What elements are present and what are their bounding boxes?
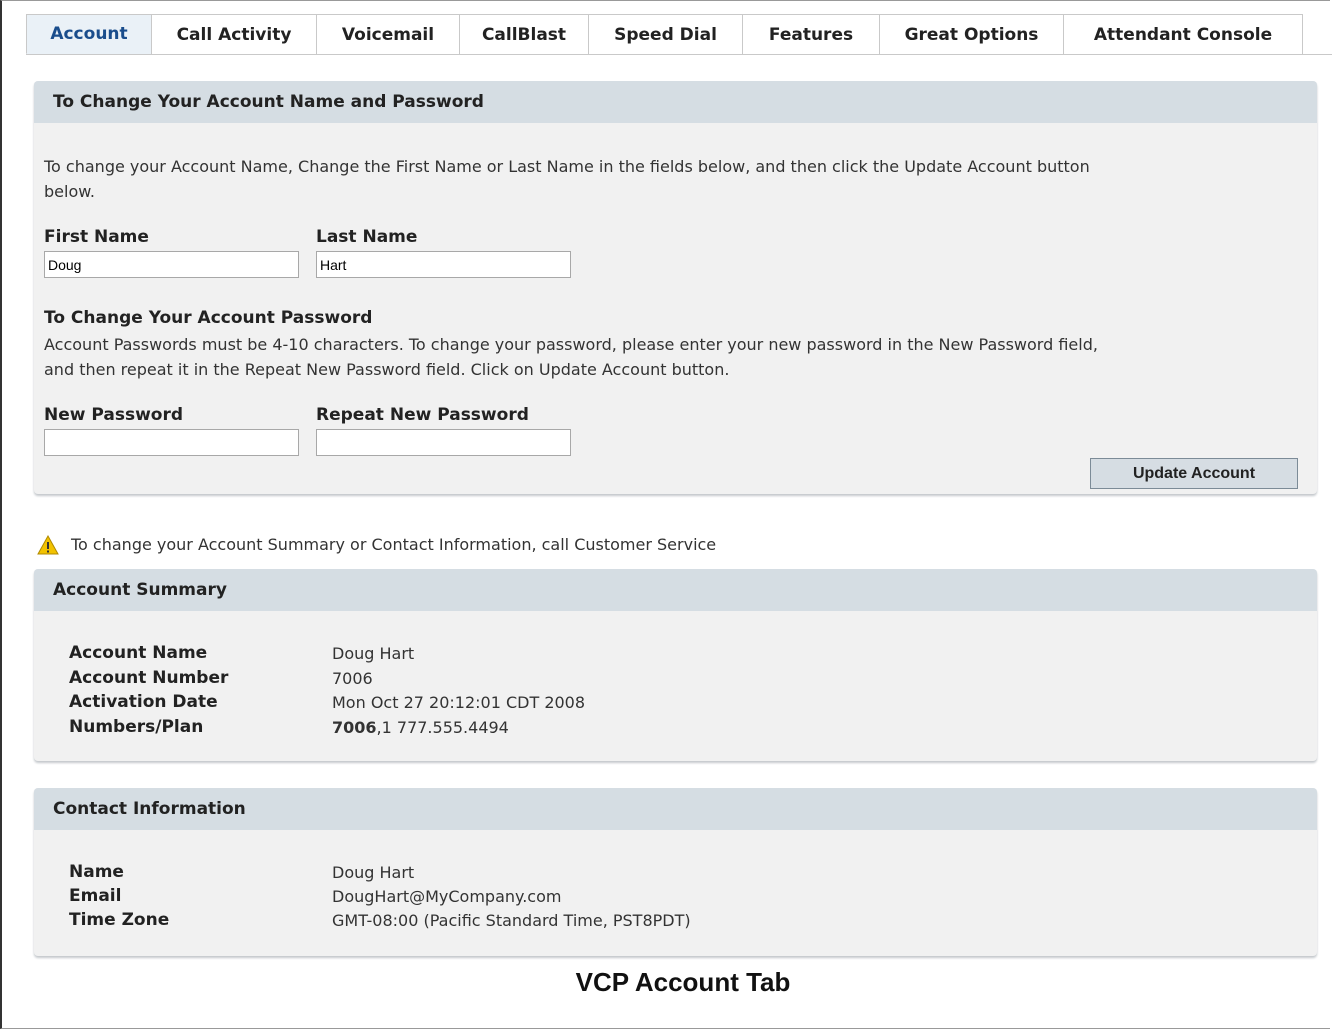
tab-attendant-console[interactable]: Attendant Console xyxy=(1063,14,1303,54)
change-account-panel-title: To Change Your Account Name and Password xyxy=(34,81,1317,123)
customer-service-notice: To change your Account Summary or Contac… xyxy=(37,532,716,557)
password-text-line2: and then repeat it in the Repeat New Pas… xyxy=(44,360,730,379)
account-number-label: Account Number xyxy=(69,668,229,688)
password-text-line1: Account Passwords must be 4-10 character… xyxy=(44,335,1098,354)
change-account-panel: To Change Your Account Name and Password… xyxy=(34,81,1317,494)
time-zone-label: Time Zone xyxy=(69,910,170,930)
tab-features[interactable]: Features xyxy=(742,14,880,54)
numbers-plan-primary: 7006 xyxy=(332,718,377,737)
activation-date-value: Mon Oct 27 20:12:01 CDT 2008 xyxy=(332,693,586,712)
account-summary-title: Account Summary xyxy=(34,569,1317,611)
intro-text-line2: below. xyxy=(44,182,95,201)
account-number-value: 7006 xyxy=(332,669,373,688)
activation-date-label: Activation Date xyxy=(69,692,218,712)
figure-caption: VCP Account Tab xyxy=(575,967,791,997)
tab-voicemail[interactable]: Voicemail xyxy=(316,14,460,54)
first-name-field[interactable] xyxy=(44,251,299,278)
contact-information-title: Contact Information xyxy=(34,788,1317,830)
email-value: DougHart@MyCompany.com xyxy=(332,887,562,906)
numbers-plan-label: Numbers/Plan xyxy=(69,717,204,737)
contact-name-label: Name xyxy=(69,862,124,882)
first-name-label: First Name xyxy=(44,227,149,247)
email-label: Email xyxy=(69,886,122,906)
tab-bar: Account Call Activity Voicemail CallBlas… xyxy=(26,14,1332,55)
tab-speed-dial[interactable]: Speed Dial xyxy=(588,14,743,54)
repeat-password-label: Repeat New Password xyxy=(316,405,529,425)
time-zone-value: GMT-08:00 (Pacific Standard Time, PST8PD… xyxy=(332,911,691,930)
numbers-plan-value: 7006,1 777.555.4494 xyxy=(332,715,509,740)
intro-text-line1: To change your Account Name, Change the … xyxy=(44,157,1090,176)
update-account-button[interactable]: Update Account xyxy=(1090,458,1298,489)
tab-call-activity[interactable]: Call Activity xyxy=(151,14,317,54)
last-name-field[interactable] xyxy=(316,251,571,278)
repeat-password-field[interactable] xyxy=(316,429,571,456)
last-name-label: Last Name xyxy=(316,227,418,247)
tab-great-options[interactable]: Great Options xyxy=(879,14,1064,54)
account-name-label: Account Name xyxy=(69,643,208,663)
tab-callblast[interactable]: CallBlast xyxy=(459,14,589,54)
new-password-label: New Password xyxy=(44,405,184,425)
password-heading: To Change Your Account Password xyxy=(44,308,373,328)
notice-text: To change your Account Summary or Contac… xyxy=(71,535,717,554)
account-name-value: Doug Hart xyxy=(332,644,415,663)
account-summary-panel: Account Summary Account Name Doug Hart A… xyxy=(34,569,1317,761)
tab-account[interactable]: Account xyxy=(26,14,152,54)
numbers-plan-rest: ,1 777.555.4494 xyxy=(376,718,509,737)
contact-name-value: Doug Hart xyxy=(332,863,415,882)
warning-icon xyxy=(37,534,59,554)
contact-information-panel: Contact Information Name Doug Hart Email… xyxy=(34,788,1317,956)
new-password-field[interactable] xyxy=(44,429,299,456)
